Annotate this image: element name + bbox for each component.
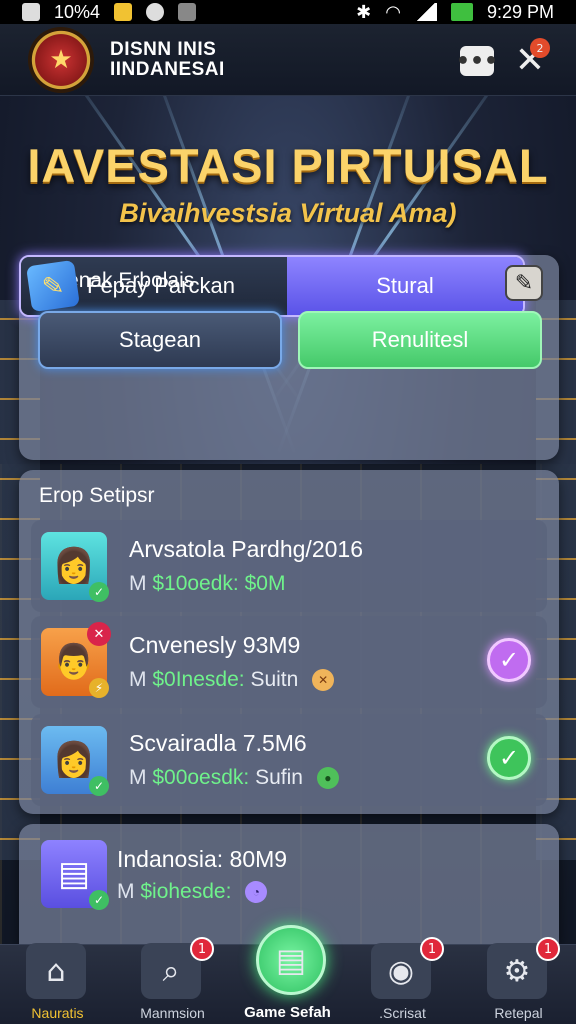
checkmark-icon: ✓	[498, 646, 520, 674]
list-item[interactable]: 👩 ✓ Arvsatola Pardhg/2016 M $10oedk: $0M	[31, 520, 547, 612]
list-item[interactable]: 👨 ✕ ⚡ Cnvenesly 93M9 M $0Inesde: Suitn ✕…	[31, 616, 547, 708]
emblem-logo: ★	[28, 26, 94, 93]
battery-icon	[450, 3, 473, 21]
investment-options-panel: Invenak Erbolais ✎ Stagean Renulitesl ✎ …	[19, 255, 559, 460]
list-item[interactable]: 👩 ✓ Scvairadla 7.5M6 M $00oesdk: Sufin ●…	[31, 714, 547, 806]
page-title: IAVESTASI PIRTUISAL	[27, 139, 549, 192]
check-badge-icon: ✓	[89, 890, 109, 910]
person-icon: 👩	[52, 546, 96, 586]
status-time: 9:29 PM	[486, 1, 554, 22]
edit-button[interactable]: ✎	[505, 265, 543, 301]
result-button[interactable]: Renulitesl	[298, 311, 542, 369]
notification-badge: 2	[530, 38, 550, 58]
battery-small-icon	[114, 3, 133, 21]
nav-label: Game Sefah	[244, 1004, 331, 1021]
close-button[interactable]: ✕ 2	[510, 38, 550, 82]
item-value: M $10oedk: $0M	[129, 572, 286, 595]
selected-check-button[interactable]: ✓	[487, 638, 531, 682]
brand-line-2: IINDANESAI	[110, 58, 225, 80]
app-header: ★ DISNN INIS IINDANESAI ••• ✕ 2	[0, 24, 576, 96]
brand-line-1: DISNN INIS	[110, 38, 217, 60]
nav-item-game[interactable]: ▤ Game Sefah	[230, 925, 345, 1024]
item-value: M $0Inesde: Suitn ✕	[129, 668, 335, 692]
item-value: M $00oesdk: Sufin ●	[129, 766, 339, 790]
bottom-navigation: ⌂ Nauratis ⌕ 1 Manmsion ▤ Game Sefah ◉ 1…	[0, 925, 576, 1024]
signal-icon	[414, 3, 437, 21]
avatar: 👨 ✕ ⚡	[41, 622, 111, 698]
item-name: Scvairadla 7.5M6	[129, 730, 307, 756]
person-icon: 👩	[52, 740, 96, 780]
tablet-icon: ▤	[57, 854, 91, 894]
selected-check-button[interactable]: ✓	[487, 736, 531, 780]
coin-icon: ◔	[245, 881, 268, 904]
check-badge-icon: ✓	[89, 582, 109, 602]
notification-badge: 1	[536, 937, 560, 961]
stock-list-panel: Erop Setipsr 👩 ✓ Arvsatola Pardhg/2016 M…	[19, 470, 559, 814]
item-value: M $iohesde: ◔	[117, 880, 268, 904]
brand-name: DISNN INIS IINDANESAI	[110, 38, 225, 80]
item-name: Arvsatola Pardhg/2016	[129, 536, 363, 562]
checkmark-icon: ✓	[498, 744, 520, 772]
more-menu-button[interactable]: •••	[456, 46, 498, 76]
mode-right-label: Stural	[376, 273, 434, 298]
square-icon	[22, 3, 40, 21]
nav-label: Nauratis	[31, 1005, 84, 1021]
avatar: ▤ ✓	[41, 840, 109, 910]
page-subtitle: Bivaihvestsia Virtual Ama)	[119, 198, 457, 228]
nav-item-settings[interactable]: ⚙ 1 Retepal	[461, 937, 576, 1024]
status-bar: 10%4 ✱ ◠ 9:29 PM	[0, 0, 576, 24]
wifi-icon: ◠	[385, 1, 401, 22]
bluetooth-icon: ✱	[356, 1, 372, 22]
x-badge-icon: ✕	[87, 622, 111, 646]
nav-label: Retepal	[494, 1005, 543, 1021]
nav-item-home[interactable]: ⌂ Nauratis	[0, 943, 115, 1024]
coin-icon: ✕	[312, 669, 335, 692]
avatar: 👩 ✓	[41, 726, 109, 796]
pencil-icon: ✎	[514, 270, 534, 296]
edit-pen-icon: ✎	[26, 259, 80, 313]
status-left-text: 10%4	[54, 1, 101, 22]
item-name: Cnvenesly 93M9	[129, 632, 301, 658]
stage-button[interactable]: Stagean	[38, 311, 282, 369]
notification-badge: 1	[190, 937, 214, 961]
coin-icon: ●	[316, 767, 339, 790]
settings-icon	[146, 3, 165, 21]
person-icon: 👨	[52, 642, 96, 682]
camera-icon	[178, 3, 197, 21]
home-icon: ⌂	[26, 943, 86, 999]
nav-item-camera[interactable]: ◉ 1 .Scrisat	[345, 937, 460, 1024]
check-badge-icon: ✓	[89, 776, 109, 796]
panel-title: Erop Setipsr	[39, 484, 155, 507]
bolt-badge-icon: ⚡	[89, 678, 109, 698]
chat-icon: ▤	[256, 925, 326, 995]
notification-badge: 1	[420, 937, 444, 961]
avatar: 👩 ✓	[41, 532, 109, 602]
item-name: Indanosia: 80M9	[117, 846, 288, 872]
nav-label: Manmsion	[140, 1005, 205, 1021]
nav-item-mission[interactable]: ⌕ 1 Manmsion	[115, 937, 230, 1024]
nav-label: .Scrisat	[379, 1005, 426, 1021]
mode-right-option[interactable]: Stural	[287, 257, 523, 315]
